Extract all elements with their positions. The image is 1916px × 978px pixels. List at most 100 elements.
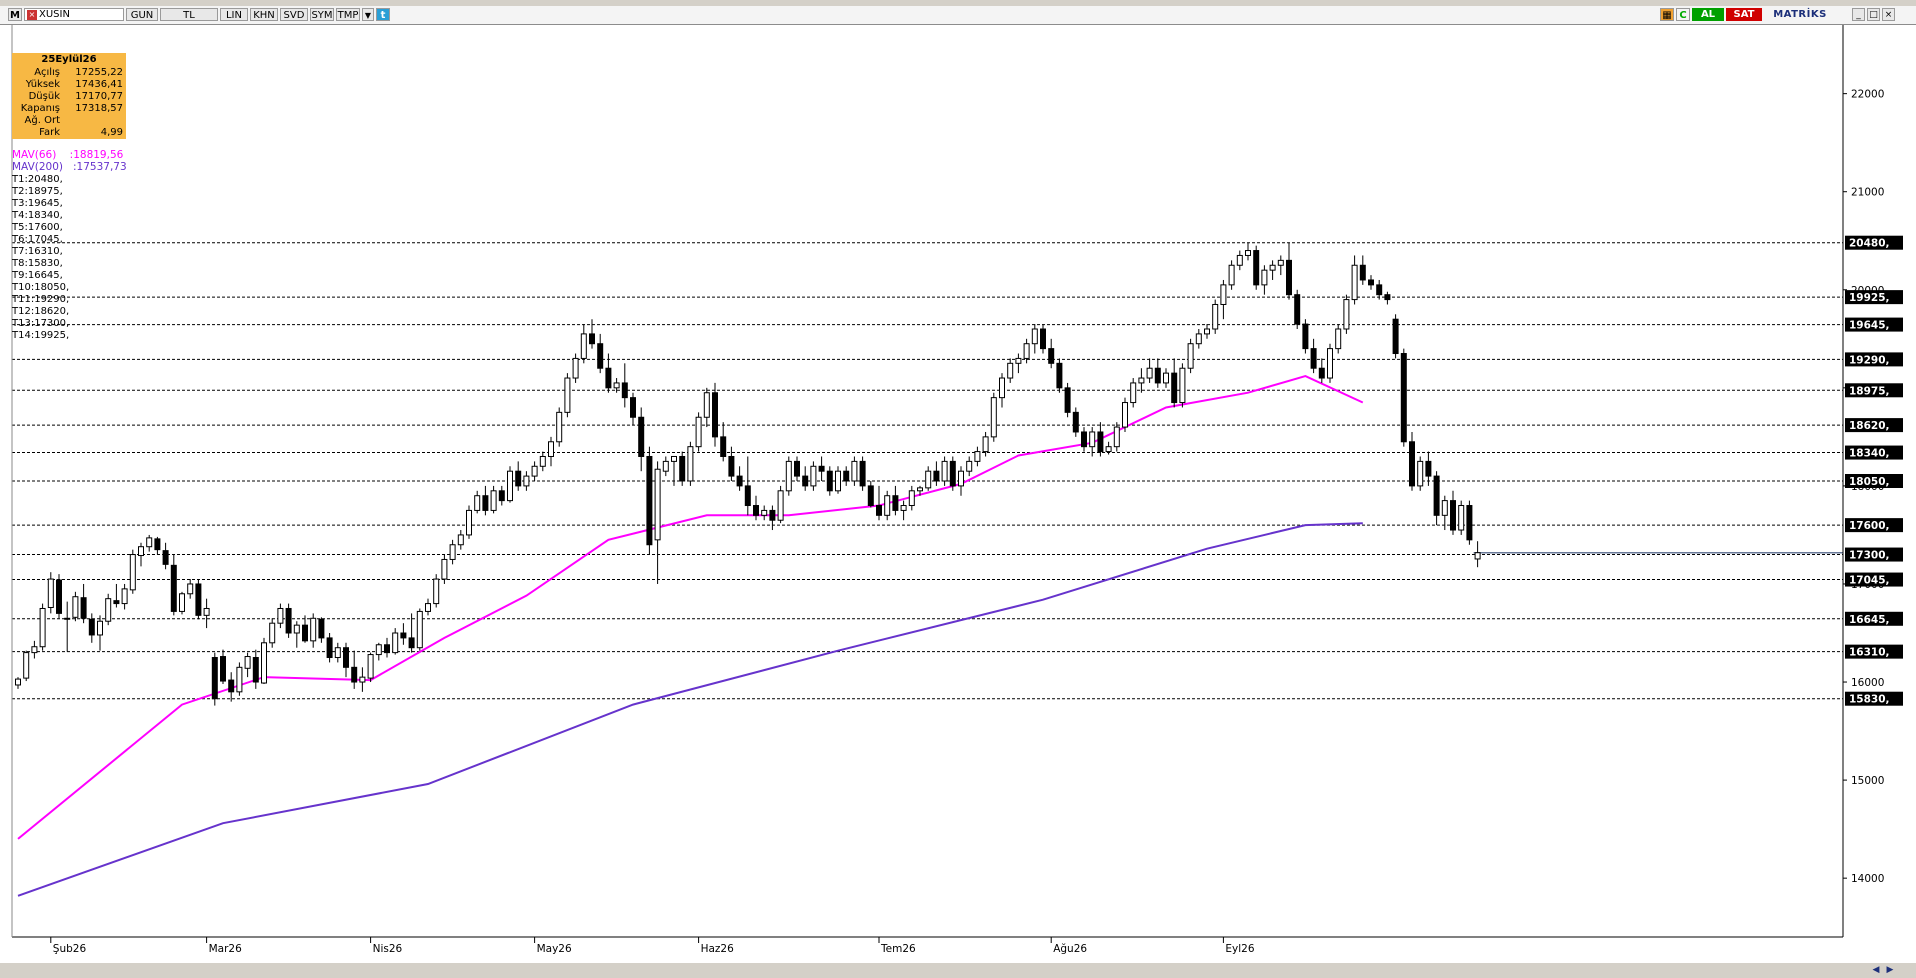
close-value: 17318,57 [75,103,123,114]
candle-up [310,617,317,642]
low-label: Düşük [28,91,60,102]
candle-up [1122,402,1128,428]
symbol-name: XUSIN [39,9,70,20]
candle-down [1286,259,1292,296]
candle-up [47,578,54,609]
candle-up [703,392,710,418]
draw-line-button[interactable]: SVD [280,8,308,21]
close-icon[interactable]: × [27,10,37,20]
scroll-end-icon[interactable]: ▶ [1884,964,1896,976]
low-value: 17170,77 [75,91,123,102]
candle-down [1040,328,1046,350]
avg-label: Ağ. Ort [24,115,60,126]
candle-down [343,647,349,668]
linear-scale-button[interactable]: LIN [220,8,248,21]
level-tag-label: 16310, [1849,647,1890,659]
candle-up [835,470,841,492]
candle-type-button[interactable]: KHN [250,8,278,21]
candle-up [1417,460,1424,487]
candle-up [917,487,923,492]
candle-up [1269,264,1276,271]
refresh-icon[interactable]: C [1676,8,1690,21]
candle-up [785,460,792,492]
candle-down [1048,348,1055,364]
candles [15,242,1481,706]
candle-up [777,490,784,521]
candle-down [843,470,850,482]
candle-down [933,470,940,482]
candle-up [564,377,571,413]
candle-up [1023,343,1030,359]
candle-down [285,607,292,634]
candle-down [1466,505,1473,541]
candle-up [548,441,554,457]
ohlc-info-box: 25Eylül26 Açılış 17255,22 Yüksek 17436,41 … [12,53,126,139]
toolbar: M × XUSIN GUN TL LIN KHN SVD SYM TMP ▼ t … [0,6,1916,25]
candle-down [1072,411,1079,433]
candle-up [1130,382,1137,404]
ma200-label: MAV(200) [12,161,63,173]
template-button[interactable]: TMP [336,8,360,21]
period-button[interactable]: GUN [126,8,158,21]
level-tag-label: 18340, [1849,448,1890,460]
symbol-field[interactable]: × XUSIN [24,8,124,21]
chart-window: M × XUSIN GUN TL LIN KHN SVD SYM TMP ▼ t … [0,0,1916,978]
candle-up [277,607,284,624]
sell-button[interactable]: SAT [1726,8,1762,21]
candle-up [884,495,891,516]
level-tag-label: 19925, [1849,292,1890,304]
twitter-icon[interactable]: t [376,8,390,21]
candle-up [1031,328,1038,345]
symbol-button[interactable]: SYM [310,8,334,21]
candle-up [466,509,472,536]
candle-up [1113,426,1120,448]
candle-up [179,593,185,612]
candle-up [433,578,440,605]
candle-up [416,610,423,649]
candle-up [269,622,276,644]
menu-icon[interactable]: M [8,8,22,21]
high-label: Yüksek [25,79,60,90]
candle-up [203,607,210,616]
chart-icon[interactable]: ▦ [1660,8,1674,21]
candle-down [88,618,95,636]
candle-down [1376,284,1383,296]
ma66-readout[interactable]: MAV(66) :18819,56 [12,149,123,161]
candle-down [498,490,505,502]
maximize-icon[interactable]: □ [1867,8,1880,21]
buy-button[interactable]: AL [1692,8,1724,21]
candle-down [482,495,489,511]
price-chart[interactable]: 1400015000160001700018000190002000021000… [0,25,1916,970]
candle-down [818,465,825,472]
minimize-icon[interactable]: _ [1852,8,1865,21]
candle-down [769,509,776,521]
candle-down [1310,348,1317,369]
candle-up [851,460,858,482]
candle-down [1359,264,1366,281]
candle-down [400,632,407,639]
ma200-readout[interactable]: MAV(200) :17537,73 [12,161,127,173]
candle-down [859,460,866,487]
candle-up [941,460,948,482]
trend-level-item: T5:17600, [12,222,63,233]
scroll-start-icon[interactable]: ◀ [1870,964,1882,976]
candle-down [162,550,169,565]
candle-up [531,465,538,477]
candle-up [138,546,144,557]
price-tick-label: 15000 [1851,775,1884,787]
candle-up [990,397,997,438]
candle-down [302,624,308,642]
info-date: 25Eylül26 [41,54,97,65]
candle-down [228,679,235,693]
candle-down [728,455,735,477]
candle-down [1433,475,1440,516]
close-window-icon[interactable]: × [1882,8,1895,21]
candle-up [1187,343,1194,369]
chevron-down-icon[interactable]: ▼ [362,8,374,21]
plot-area[interactable]: 1400015000160001700018000190002000021000… [0,25,1916,970]
candle-down [80,597,87,619]
candle-down [826,470,833,492]
currency-button[interactable]: TL [160,8,218,21]
candle-down [154,538,161,551]
date-tick-label: Mar26 [209,943,242,955]
